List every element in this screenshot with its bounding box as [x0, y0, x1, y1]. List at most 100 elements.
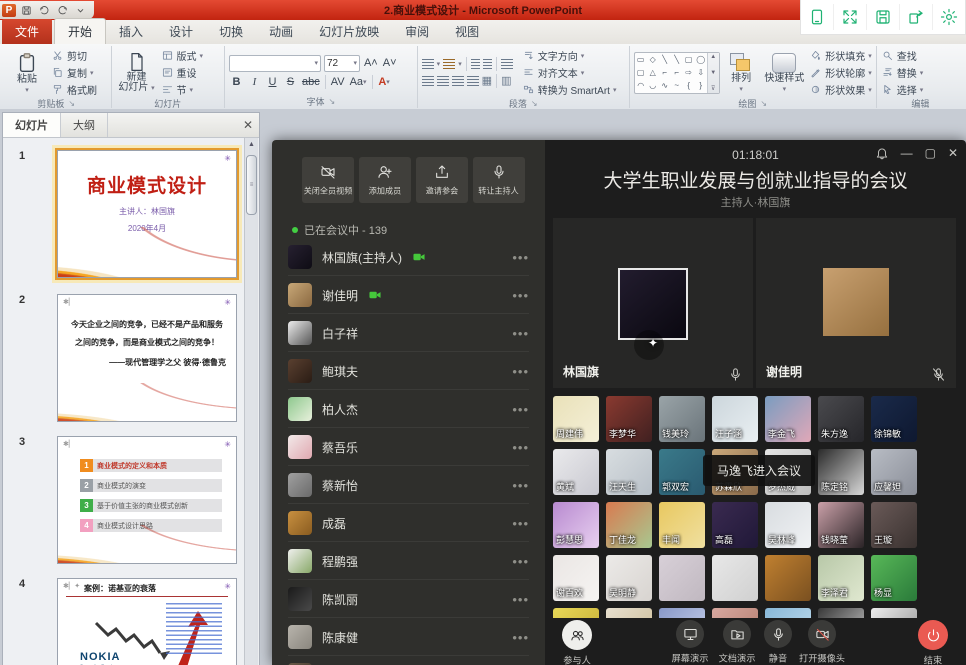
shape-glyph[interactable]: △ [650, 67, 656, 79]
save-button[interactable] [19, 3, 34, 17]
ribbon-tab-动画[interactable]: 动画 [256, 19, 306, 44]
justify-button[interactable] [467, 76, 479, 87]
video-thumb[interactable]: 李金飞 [765, 396, 811, 442]
tool-屏幕演示[interactable]: 屏幕演示 [670, 620, 710, 665]
participant-row[interactable]: 林国旗(主持人)••• [272, 238, 545, 276]
video-thumb[interactable]: 汪子涵 [712, 396, 758, 442]
participant-menu-button[interactable]: ••• [512, 630, 529, 645]
tool-打开摄像头[interactable]: 打开摄像头 [797, 620, 847, 665]
participant-menu-button[interactable]: ••• [512, 440, 529, 455]
tool-静音[interactable]: 静音 [764, 620, 792, 665]
video-thumb[interactable] [712, 608, 758, 618]
action-关闭全员视频[interactable]: 关闭全员视频 [302, 157, 354, 203]
video-thumb[interactable]: 彭慧思 [553, 502, 599, 548]
font-button-Aa[interactable]: Aa▾ [349, 75, 368, 89]
ribbon-tab-审阅[interactable]: 审阅 [392, 19, 442, 44]
video-thumb[interactable]: 汪天生 [606, 449, 652, 495]
video-thumb[interactable] [818, 608, 864, 618]
bell-icon[interactable] [875, 146, 889, 160]
dialog-launcher-icon[interactable]: ↘ [531, 99, 538, 108]
shape-glyph[interactable]: { [687, 80, 690, 92]
participant-menu-button[interactable]: ••• [512, 554, 529, 569]
dialog-launcher-icon[interactable]: ↘ [68, 99, 75, 108]
participant-menu-button[interactable]: ••• [512, 592, 529, 607]
dialog-launcher-icon[interactable]: ↘ [760, 99, 767, 108]
new-slide-button[interactable]: 新建幻灯片 ▾ [116, 48, 158, 97]
participant-menu-button[interactable]: ••• [512, 326, 529, 341]
video-thumb[interactable] [553, 608, 599, 618]
转换为 SmartArt-item[interactable]: 转换为 SmartArt▾ [522, 82, 617, 97]
video-thumb[interactable]: 钱美玲 [659, 396, 705, 442]
align-right-button[interactable] [452, 76, 464, 87]
font-button-B[interactable]: B [229, 75, 244, 89]
shrink-font-button[interactable]: A˅ [382, 56, 398, 70]
video-thumb[interactable]: 黄斌 [553, 449, 599, 495]
shape-glyph[interactable]: ▢ [637, 67, 645, 79]
shape-glyph[interactable]: ◡ [649, 80, 656, 92]
tab-slides[interactable]: 幻灯片 [3, 113, 61, 137]
video-thumb[interactable] [606, 608, 652, 618]
video-tile-host[interactable]: ✦ 林国旗 [553, 218, 753, 388]
剪切-item[interactable]: 剪切 [51, 48, 97, 63]
video-thumb[interactable]: 陈定铭 [818, 449, 864, 495]
shape-glyph[interactable]: ▢ [685, 54, 693, 66]
video-tile-guest[interactable]: 谢佳明 [756, 218, 956, 388]
paste-button[interactable]: 粘贴 ▾ [6, 48, 48, 97]
dialog-launcher-icon[interactable]: ↘ [328, 97, 335, 106]
video-thumb[interactable]: 朱方逸 [818, 396, 864, 442]
video-thumb[interactable]: 丰闻 [659, 502, 705, 548]
格式刷-item[interactable]: 格式刷 [51, 82, 97, 97]
替换-item[interactable]: 替换▾ [881, 65, 924, 80]
participant-menu-button[interactable]: ••• [512, 478, 529, 493]
increase-indent-button[interactable] [483, 59, 492, 70]
shape-glyph[interactable]: ◯ [696, 54, 705, 66]
版式-item[interactable]: 版式▾ [161, 48, 204, 63]
font-name-select[interactable]: ▾ [229, 55, 321, 72]
shapes-gallery[interactable]: ▭◇╲╲▢◯▢△⌐⌐⇨⇩◠◡∿~{} ▲▼⊽ [634, 52, 720, 94]
table-button[interactable]: ▥ [501, 76, 511, 87]
arrange-button[interactable]: 排列▾ [723, 48, 760, 97]
video-thumb[interactable] [871, 608, 917, 618]
video-thumb[interactable] [659, 555, 705, 601]
video-thumb[interactable]: 应馨妲 [871, 449, 917, 495]
close-button[interactable]: ✕ [948, 146, 958, 160]
video-thumb[interactable] [712, 555, 758, 601]
dropdown-button[interactable] [73, 3, 88, 17]
action-邀请参会[interactable]: 邀请参会 [416, 157, 468, 203]
节-item[interactable]: 节▾ [161, 82, 204, 97]
video-thumb[interactable]: 周建伟 [553, 396, 599, 442]
选择-item[interactable]: 选择▾ [881, 82, 924, 97]
decrease-indent-button[interactable] [471, 59, 480, 70]
participant-row[interactable]: 程鹏强••• [272, 542, 545, 580]
文字方向-item[interactable]: 文字方向▾ [522, 48, 617, 63]
video-thumb[interactable]: 吴明静 [606, 555, 652, 601]
video-thumb[interactable] [659, 608, 705, 618]
participant-row[interactable]: 陈康健••• [272, 618, 545, 656]
video-thumb[interactable]: 高磊 [712, 502, 758, 548]
shape-glyph[interactable]: ◠ [637, 80, 644, 92]
tool-结束[interactable]: 结束 [918, 620, 948, 665]
font-button-abc[interactable]: abc [301, 75, 321, 89]
shape-glyph[interactable]: ⇩ [697, 67, 704, 79]
ribbon-tab-开始[interactable]: 开始 [54, 18, 106, 44]
scrollbar-thumb[interactable]: ≡ [246, 155, 257, 215]
columns-button[interactable]: ▦ [482, 76, 492, 87]
video-thumb[interactable]: 王璇 [871, 502, 917, 548]
font-button-AV[interactable]: AV [330, 75, 346, 89]
对齐文本-item[interactable]: 对齐文本▾ [522, 65, 617, 80]
video-thumb[interactable]: 李泽君 [818, 555, 864, 601]
查找-item[interactable]: 查找 [881, 48, 924, 63]
video-thumb[interactable]: 李梦华 [606, 396, 652, 442]
video-thumb[interactable]: 徐锦敏 [871, 396, 917, 442]
形状轮廓-item[interactable]: 形状轮廓▾ [809, 65, 872, 80]
grow-font-button[interactable]: A˄ [363, 56, 379, 70]
align-center-button[interactable] [437, 76, 449, 87]
shape-glyph[interactable]: ▭ [637, 54, 645, 66]
ribbon-tab-文件[interactable]: 文件 [2, 19, 52, 44]
tab-outline[interactable]: 大纲 [61, 113, 108, 137]
participant-row[interactable]: 陈凯丽••• [272, 580, 545, 618]
participant-row[interactable]: 蔡吾乐••• [272, 428, 545, 466]
video-thumb[interactable]: 丁佳龙 [606, 502, 652, 548]
font-button-I[interactable]: I [247, 75, 262, 89]
video-thumb[interactable]: 钱晓莹 [818, 502, 864, 548]
